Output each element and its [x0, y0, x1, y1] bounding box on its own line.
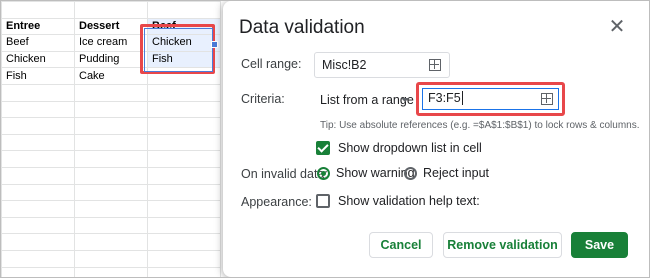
- help-text-label: Show validation help text:: [338, 194, 480, 208]
- sheet-cell[interactable]: [1, 266, 75, 277]
- criteria-range-input[interactable]: F3:F5: [422, 88, 559, 110]
- highlight-box-criteria-range: F3:F5: [416, 82, 565, 116]
- sheet-cell[interactable]: [1, 233, 75, 251]
- dialog-title: Data validation: [239, 17, 365, 38]
- cell-range-label: Cell range:: [241, 57, 302, 71]
- sheet-cell[interactable]: Dessert: [74, 17, 148, 36]
- cancel-button[interactable]: Cancel: [369, 232, 433, 258]
- sheet-cell[interactable]: Ice cream: [74, 34, 148, 52]
- sheet-cell[interactable]: [147, 133, 221, 152]
- sheet-cell[interactable]: [147, 200, 221, 218]
- sheet-row: [1, 200, 221, 218]
- sheet-cell[interactable]: Fish: [1, 67, 75, 85]
- invalid-data-label: On invalid data:: [241, 167, 328, 181]
- criteria-label: Criteria:: [241, 92, 285, 106]
- screenshot-frame: Entree Dessert Beef Beef Ice cream Chicken Chi…: [0, 0, 650, 278]
- sheet-cell[interactable]: [1, 200, 75, 218]
- sheet-cell[interactable]: [147, 1, 221, 19]
- sheet-row: [1, 100, 221, 119]
- show-dropdown-label: Show dropdown list in cell: [338, 141, 482, 155]
- sheet-row: [1, 249, 221, 268]
- select-range-icon[interactable]: [541, 93, 553, 105]
- sheet-cell[interactable]: [1, 183, 75, 202]
- sheet-cell[interactable]: [74, 166, 148, 185]
- cell-range-value: Misc!B2: [322, 58, 367, 72]
- criteria-type-dropdown[interactable]: List from a range: [316, 87, 415, 113]
- sheet-row: [1, 117, 221, 135]
- sheet-row: [1, 166, 221, 185]
- reject-input-radio[interactable]: [404, 167, 417, 180]
- sheet-cell[interactable]: [74, 117, 148, 135]
- sheet-cell[interactable]: [74, 266, 148, 277]
- criteria-type-value: List from a range: [320, 93, 414, 107]
- sheet-cell[interactable]: Entree: [1, 17, 75, 36]
- sheet-row: [1, 83, 221, 102]
- sheet-cell[interactable]: [1, 117, 75, 135]
- criteria-range-value: F3:F5: [428, 91, 461, 105]
- sheet-cell[interactable]: Cake: [74, 67, 148, 85]
- sheet-cell[interactable]: [147, 166, 221, 185]
- data-validation-dialog: Data validation ✕ Cell range: Misc!B2 Cr…: [223, 1, 649, 277]
- chevron-down-icon: [401, 98, 409, 102]
- sheet-cell[interactable]: [74, 133, 148, 152]
- text-cursor: [461, 91, 463, 105]
- cell-range-field[interactable]: Misc!B2: [314, 52, 450, 78]
- sheet-cell[interactable]: [74, 1, 148, 19]
- show-dropdown-checkbox[interactable]: [316, 141, 330, 155]
- sheet-cell[interactable]: [147, 216, 221, 235]
- selection-outline: [144, 28, 213, 72]
- save-button[interactable]: Save: [571, 232, 628, 258]
- reject-input-label: Reject input: [423, 166, 490, 180]
- sheet-cell[interactable]: [74, 249, 148, 268]
- sheet-cell[interactable]: [74, 233, 148, 251]
- sheet-row: [1, 183, 221, 202]
- close-icon[interactable]: ✕: [607, 17, 627, 37]
- sheet-cell[interactable]: [147, 150, 221, 168]
- sheet-cell[interactable]: [1, 133, 75, 152]
- sheet-cell[interactable]: [147, 117, 221, 135]
- sheet-cell[interactable]: [1, 249, 75, 268]
- sheet-cell[interactable]: [74, 183, 148, 202]
- sheet-cell[interactable]: Chicken: [1, 50, 75, 69]
- sheet-cell[interactable]: [147, 83, 221, 102]
- sheet-cell[interactable]: [74, 200, 148, 218]
- sheet-cell[interactable]: [147, 100, 221, 119]
- sheet-cell[interactable]: [74, 216, 148, 235]
- sheet-cell[interactable]: [1, 83, 75, 102]
- sheet-cell[interactable]: [74, 100, 148, 119]
- sheet-row: [1, 133, 221, 152]
- sheet-cell[interactable]: Pudding: [74, 50, 148, 69]
- sheet-cell[interactable]: [1, 150, 75, 168]
- remove-validation-button[interactable]: Remove validation: [443, 232, 562, 258]
- sheet-row: [1, 1, 221, 19]
- sheet-cell[interactable]: [147, 266, 221, 277]
- sheet-row: [1, 266, 221, 277]
- help-text-checkbox[interactable]: [316, 194, 330, 208]
- sheet-cell[interactable]: [74, 150, 148, 168]
- sheet-cell[interactable]: [1, 166, 75, 185]
- select-range-icon[interactable]: [429, 59, 441, 71]
- sheet-cell[interactable]: [74, 83, 148, 102]
- appearance-label: Appearance:: [241, 195, 312, 209]
- tip-text: Tip: Use absolute references (e.g. =$A$1…: [320, 120, 640, 131]
- sheet-cell[interactable]: [147, 183, 221, 202]
- show-warning-label: Show warning: [336, 166, 415, 180]
- sheet-cell[interactable]: [1, 1, 75, 19]
- sheet-cell[interactable]: [147, 249, 221, 268]
- sheet-row: [1, 216, 221, 235]
- sheet-cell[interactable]: [1, 100, 75, 119]
- sheet-cell[interactable]: [1, 216, 75, 235]
- sheet-row: [1, 150, 221, 168]
- sheet-cell[interactable]: [147, 233, 221, 251]
- sheet-row: [1, 233, 221, 251]
- show-warning-radio[interactable]: [317, 167, 330, 180]
- selection-fill-handle[interactable]: [211, 41, 218, 48]
- sheet-cell[interactable]: Beef: [1, 34, 75, 52]
